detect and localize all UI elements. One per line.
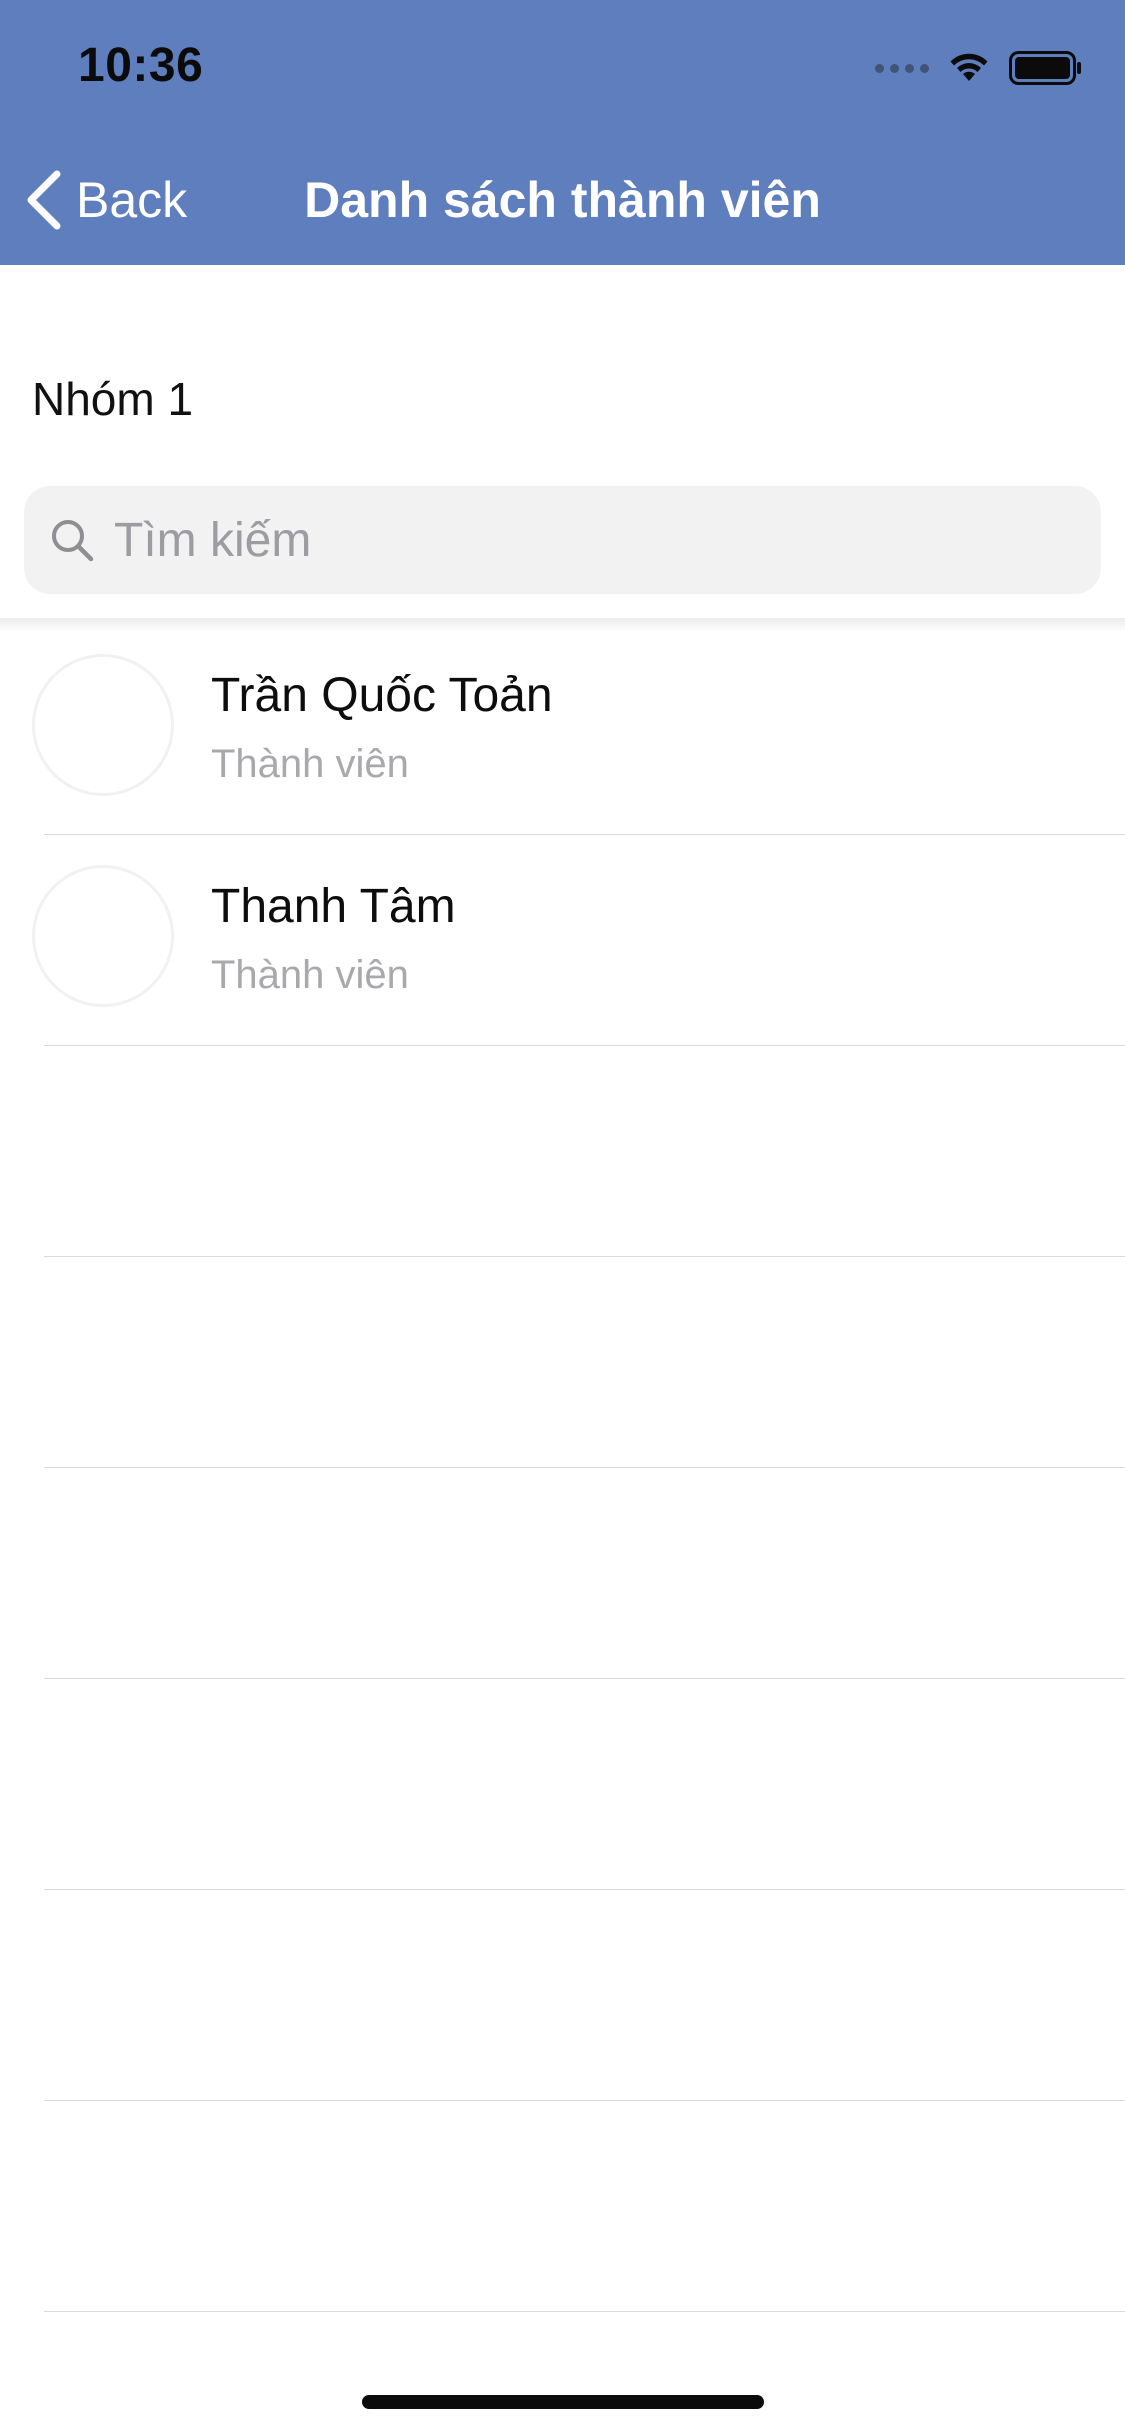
battery-icon: [1009, 51, 1081, 85]
empty-list-row: [44, 1257, 1125, 1468]
member-row[interactable]: Thanh Tâm Thành viên: [32, 835, 1125, 1046]
chevron-left-icon: [27, 170, 61, 230]
status-time: 10:36: [78, 39, 204, 92]
avatar: [32, 865, 174, 1007]
member-list: Trần Quốc Toản Thành viên Thanh Tâm Thàn…: [0, 624, 1125, 2312]
search-icon: [52, 520, 94, 562]
member-name: Trần Quốc Toản: [211, 669, 553, 722]
member-name: Thanh Tâm: [211, 880, 456, 933]
avatar: [32, 654, 174, 796]
back-button[interactable]: Back: [24, 160, 187, 240]
empty-list-row: [44, 1046, 1125, 1257]
empty-list-row: [44, 2101, 1125, 2312]
wifi-icon: [950, 53, 988, 81]
member-list-screen: 10:36 Danh sách thành viên Back Nhóm 1 T…: [0, 0, 1125, 2436]
empty-list-row: [44, 1468, 1125, 1679]
empty-list-row: [44, 1890, 1125, 2101]
cellular-signal-icon: [875, 63, 929, 73]
group-name: Nhóm 1: [32, 373, 194, 425]
home-indicator[interactable]: [362, 2395, 764, 2409]
member-role: Thành viên: [211, 742, 409, 786]
empty-list-row: [44, 1679, 1125, 1890]
back-label: Back: [76, 172, 188, 228]
navigation-header: 10:36 Danh sách thành viên Back: [0, 0, 1125, 265]
search-input[interactable]: [112, 511, 1101, 569]
status-icons: [875, 48, 1083, 88]
search-bar[interactable]: [24, 486, 1101, 594]
member-role: Thành viên: [211, 953, 409, 997]
member-row[interactable]: Trần Quốc Toản Thành viên: [32, 624, 1125, 835]
